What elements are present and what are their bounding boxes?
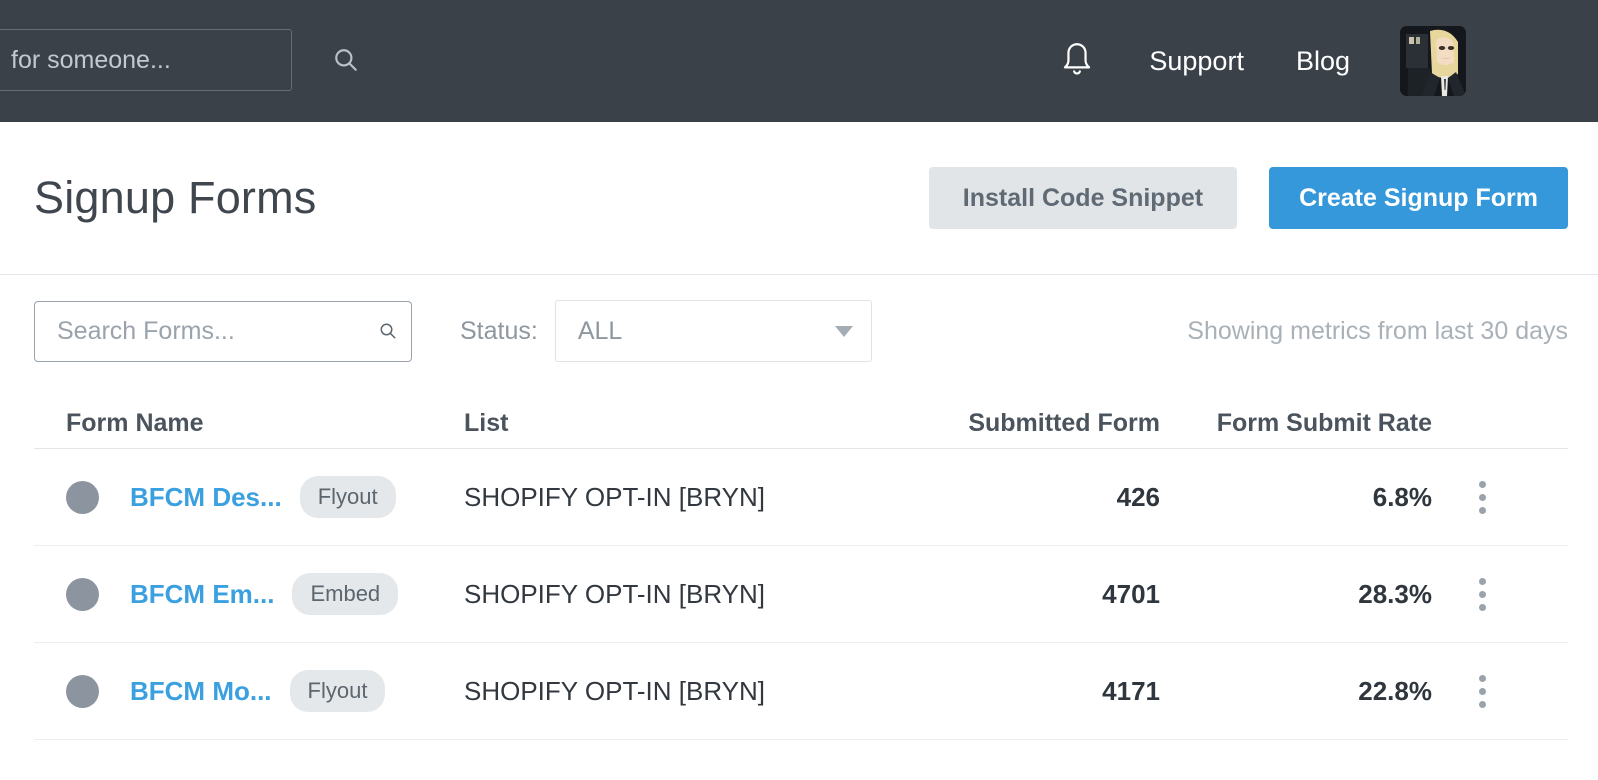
row-actions-cell xyxy=(1432,569,1532,619)
form-submit-rate-cell: 28.3% xyxy=(1358,578,1432,609)
form-name-cell: BFCM Des... Flyout xyxy=(34,476,464,518)
table-row[interactable]: BFCM Em... Embed SHOPIFY OPT-IN [BRYN] 4… xyxy=(34,546,1568,643)
status-filter-select[interactable]: ALL xyxy=(554,300,872,362)
table-row[interactable]: BFCM Mo... Flyout SHOPIFY OPT-IN [BRYN] … xyxy=(34,643,1568,740)
nav-right-group: Support Blog xyxy=(1031,0,1598,122)
submitted-form-cell: 426 xyxy=(1116,481,1160,512)
notification-bell-icon xyxy=(1064,43,1091,75)
row-actions-cell xyxy=(1432,666,1532,716)
nav-link-blog[interactable]: Blog xyxy=(1270,0,1376,122)
column-header-submit-rate: Form Submit Rate xyxy=(1216,409,1432,437)
submitted-form-cell: 4171 xyxy=(1102,675,1160,706)
list-name-cell: SHOPIFY OPT-IN [BRYN] xyxy=(464,675,765,706)
notifications-button[interactable] xyxy=(1031,0,1123,122)
page-title: Signup Forms xyxy=(34,172,317,223)
create-signup-form-button[interactable]: Create Signup Form xyxy=(1269,167,1568,229)
nav-link-support[interactable]: Support xyxy=(1123,0,1270,122)
column-header-list: List xyxy=(464,409,509,437)
list-name-cell: SHOPIFY OPT-IN [BRYN] xyxy=(464,481,765,512)
install-code-snippet-button[interactable]: Install Code Snippet xyxy=(928,167,1238,229)
status-filter-label: Status: xyxy=(460,316,538,345)
search-icon xyxy=(335,49,357,71)
form-type-badge: Flyout xyxy=(289,670,386,712)
search-forms-box[interactable] xyxy=(34,300,412,362)
metrics-range-note: Showing metrics from last 30 days xyxy=(1187,316,1568,345)
form-name-cell: BFCM Em... Embed xyxy=(34,573,464,615)
status-indicator-icon xyxy=(66,577,99,611)
page-header-actions: Install Code Snippet Create Signup Form xyxy=(928,167,1568,229)
form-name-cell: BFCM Mo... Flyout xyxy=(34,670,464,712)
chevron-down-icon xyxy=(834,325,853,337)
status-filter-value: ALL xyxy=(577,316,623,345)
form-type-badge: Flyout xyxy=(299,476,396,518)
list-name-cell: SHOPIFY OPT-IN [BRYN] xyxy=(464,578,765,609)
kebab-menu-icon[interactable] xyxy=(1432,666,1532,716)
avatar-image xyxy=(1400,26,1466,96)
signup-forms-table: Form Name List Submitted Form Form Submi… xyxy=(0,387,1598,740)
table-row[interactable]: BFCM Des... Flyout SHOPIFY OPT-IN [BRYN]… xyxy=(34,449,1568,546)
form-submit-rate-cell: 22.8% xyxy=(1358,675,1432,706)
submitted-form-cell: 4701 xyxy=(1102,578,1160,609)
row-actions-cell xyxy=(1432,472,1532,522)
column-header-submitted: Submitted Form xyxy=(968,409,1160,437)
form-name-link[interactable]: BFCM Mo... xyxy=(130,676,272,707)
column-header-form-name: Form Name xyxy=(66,409,204,437)
form-submit-rate-cell: 6.8% xyxy=(1372,481,1432,512)
kebab-menu-icon[interactable] xyxy=(1432,472,1532,522)
global-search-input[interactable] xyxy=(11,45,333,75)
form-type-badge: Embed xyxy=(292,573,399,615)
form-name-link[interactable]: BFCM Des... xyxy=(130,482,282,513)
status-indicator-icon xyxy=(66,674,99,708)
kebab-menu-icon[interactable] xyxy=(1432,569,1532,619)
form-name-link[interactable]: BFCM Em... xyxy=(130,579,274,610)
avatar[interactable] xyxy=(1400,26,1466,96)
search-forms-input[interactable] xyxy=(57,316,379,346)
table-header-row: Form Name List Submitted Form Form Submi… xyxy=(34,387,1568,449)
global-search-box[interactable] xyxy=(0,29,357,91)
search-icon xyxy=(380,323,396,339)
page-header: Signup Forms Install Code Snippet Create… xyxy=(0,122,1598,275)
top-navigation-bar: Support Blog xyxy=(0,0,1598,122)
filter-bar: Status: ALL Showing metrics from last 30… xyxy=(0,275,1598,387)
status-indicator-icon xyxy=(66,480,99,514)
